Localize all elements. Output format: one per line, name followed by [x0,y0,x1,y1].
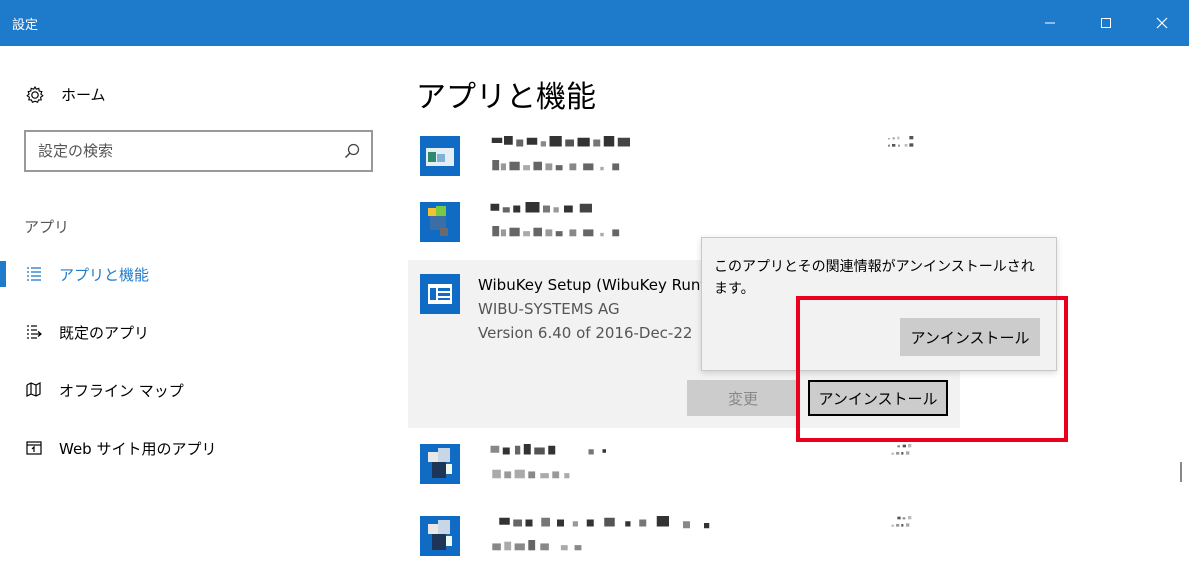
redacted-app-size [888,136,914,147]
app-publisher: WIBU-SYSTEMS AG [478,300,620,318]
sidebar-item-label: アプリと機能 [59,265,150,284]
redacted-app-size [891,444,912,455]
list-icon [25,265,43,283]
sidebar-item-label: 既定のアプリ [59,323,150,342]
app-version: Version 6.40 of 2016-Dec-22 [478,324,693,342]
web-apps-icon [25,439,43,457]
redacted-app-publisher [492,469,570,479]
app-icon [420,516,460,556]
modify-button: 変更 [687,380,799,416]
sidebar-item-label: オフライン マップ [59,381,184,400]
app-icon [420,202,460,242]
redacted-app-size [891,516,912,527]
search-icon[interactable] [343,142,361,160]
sidebar-item-apps-features[interactable]: アプリと機能 [0,252,390,296]
minimize-icon [1045,22,1055,24]
window-title: 設定 [12,18,39,33]
app-icon [420,444,460,484]
redacted-app-name [490,202,592,213]
sidebar-item-label: Web サイト用のアプリ [59,439,217,458]
default-apps-icon [25,323,43,341]
redacted-app-name [490,444,606,455]
settings-window: 設定 ホーム アプリ [0,0,1189,578]
sidebar-item-offline-maps[interactable]: オフライン マップ [0,368,390,412]
page-title: アプリと機能 [416,80,596,115]
sidebar-item-default-apps[interactable]: 既定のアプリ [0,310,390,354]
app-icon [420,274,460,314]
list-item[interactable] [408,126,960,192]
map-icon [25,381,43,399]
scrollbar[interactable] [1180,462,1182,482]
home-link[interactable]: ホーム [25,84,106,105]
sidebar-item-web-apps[interactable]: Web サイト用のアプリ [0,426,390,470]
search-input[interactable] [38,139,328,163]
redacted-app-publisher [492,540,582,551]
section-label-apps: アプリ [24,218,70,236]
redacted-app-name [491,136,630,147]
flyout-message: このアプリとその関連情報がアンインストールされます。 [714,259,1035,297]
list-item[interactable] [408,434,960,500]
sidebar: ホーム アプリ アプリと機能 [0,46,390,578]
title-bar: 設定 [0,0,1189,46]
close-icon [1156,17,1168,29]
settings-search[interactable] [24,130,373,172]
list-item[interactable] [408,506,960,572]
home-label: ホーム [61,86,106,104]
active-indicator [0,261,6,287]
highlight-box [796,296,1068,442]
minimize-button[interactable] [1027,0,1073,46]
redacted-app-publisher [492,160,620,171]
main-pane: アプリと機能 WibuKey Setup (WibuKey Runtime fo… [390,46,1189,578]
app-icon [420,136,460,176]
redacted-app-name [499,516,710,529]
redacted-app-publisher [492,226,620,237]
close-button[interactable] [1139,0,1185,46]
maximize-icon [1101,18,1111,28]
maximize-button[interactable] [1083,0,1129,46]
gear-icon [26,85,44,103]
